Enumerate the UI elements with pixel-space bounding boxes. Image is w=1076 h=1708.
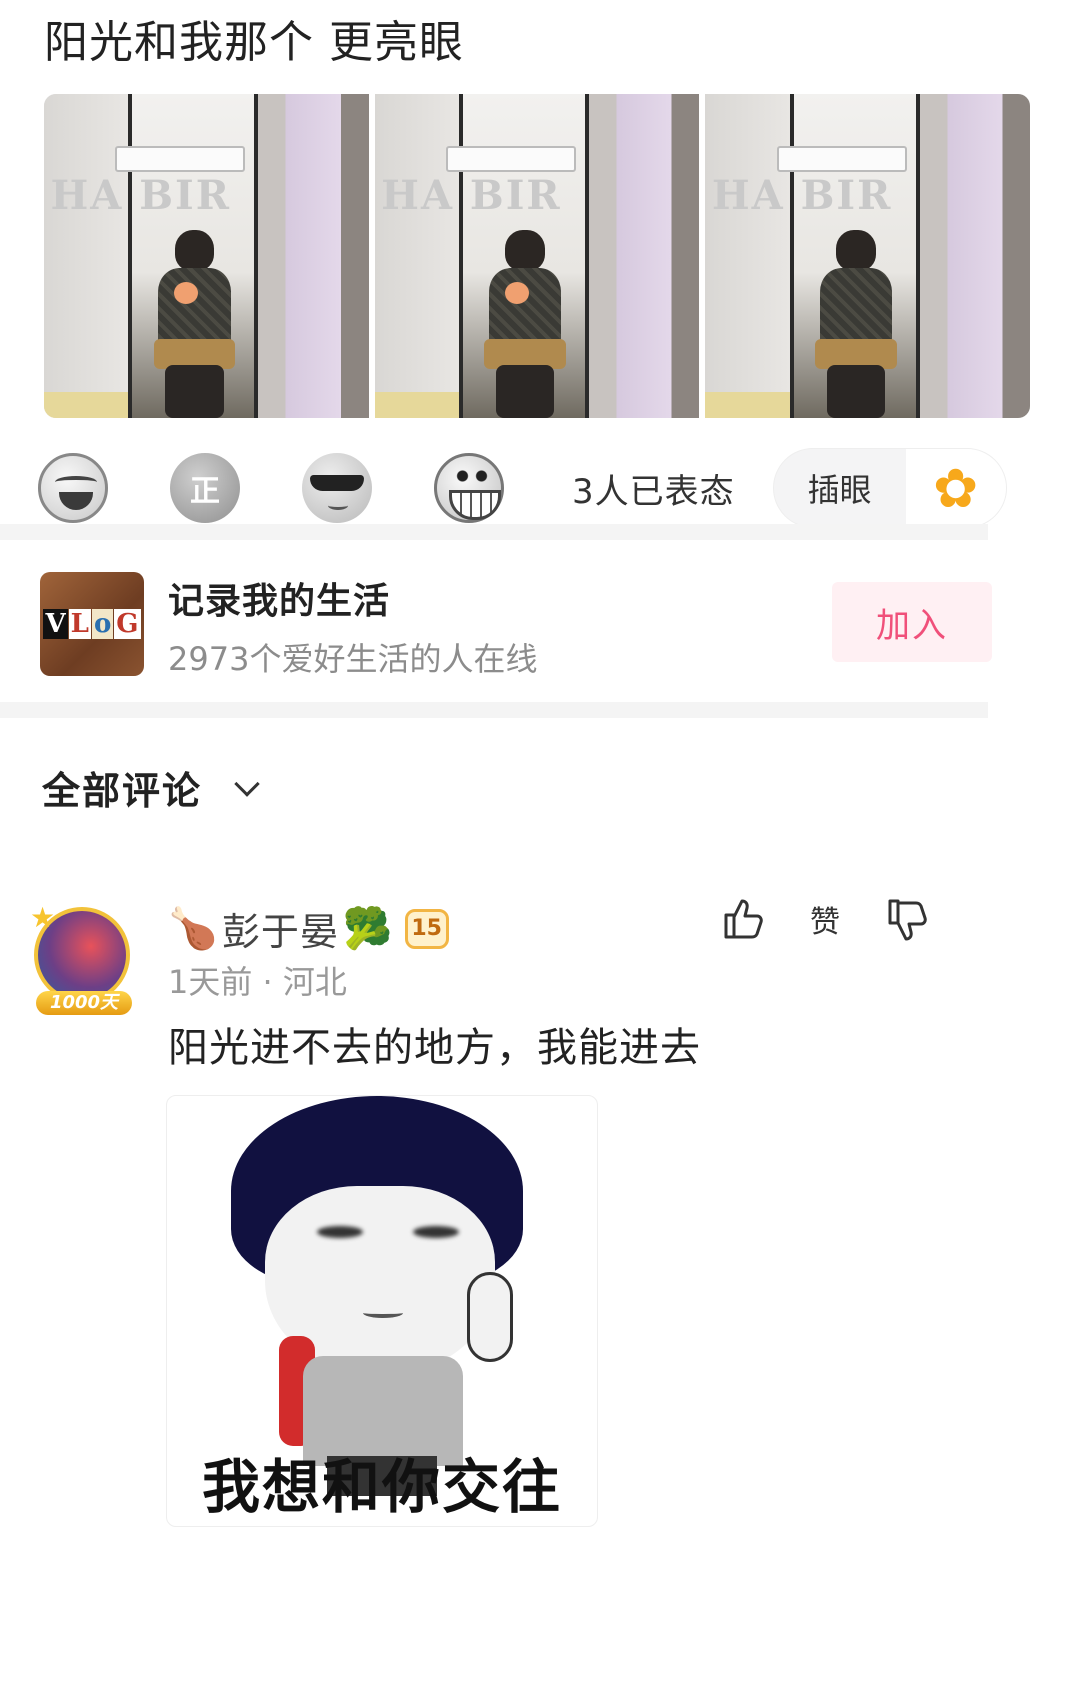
cool-sunglasses-emoji-icon[interactable] — [302, 453, 372, 523]
photo-gallery: HA BIR HA BIR HA BIR — [44, 94, 1030, 418]
comment-text: 阳光进不去的地方，我能进去 — [168, 1025, 701, 1071]
level-badge: 15 — [404, 908, 449, 949]
meme-caption: 我想和你交往 — [201, 1453, 562, 1521]
group-logo: V L o G — [40, 572, 144, 676]
drumstick-icon: 🍗 — [168, 906, 218, 952]
photo-thumbnail-2[interactable]: HA BIR — [374, 94, 700, 418]
chevron-down-icon — [234, 770, 260, 797]
username-row[interactable]: 🍗 彭于晏 🥦 15 — [168, 901, 449, 956]
comment-meme-image[interactable]: 我想和你交往 — [166, 1095, 598, 1527]
section-divider — [0, 702, 988, 718]
grin-emoji-icon[interactable] — [434, 453, 504, 523]
chayan-button[interactable]: 插眼 ✿ — [772, 448, 1007, 528]
section-divider — [0, 524, 988, 540]
reaction-bar: 正 3人已表态 插眼 ✿ — [38, 438, 1038, 538]
comments-title: 全部评论 — [42, 769, 203, 813]
like-label[interactable]: 赞 — [810, 897, 840, 941]
comments-sort-dropdown[interactable]: 全部评论 — [42, 760, 260, 815]
photo-thumbnail-3[interactable]: HA BIR — [705, 94, 1030, 418]
post-title: 阳光和我那个 更亮眼 — [44, 17, 464, 68]
group-name: 记录我的生活 — [168, 581, 391, 622]
star-icon: ★ — [30, 901, 56, 934]
avatar-badge: 1000天 — [36, 991, 132, 1015]
flower-icon: ✿ — [905, 449, 1006, 527]
group-online-count: 2973个爱好生活的人在线 — [168, 640, 538, 678]
laugh-emoji-icon[interactable] — [38, 453, 108, 523]
join-button[interactable]: 加入 — [832, 582, 992, 662]
thumbs-down-icon[interactable] — [884, 895, 932, 943]
reaction-count[interactable]: 3人已表态 — [572, 464, 735, 513]
username: 彭于晏 — [221, 910, 339, 954]
group-card[interactable]: V L o G 记录我的生活 2973个爱好生活的人在线 加入 — [40, 572, 992, 678]
thumbs-up-icon[interactable] — [720, 895, 768, 943]
chayan-label: 插眼 — [807, 471, 872, 509]
photo-thumbnail-1[interactable]: HA BIR — [44, 94, 369, 418]
zheng-emoji-icon[interactable]: 正 — [170, 453, 240, 523]
comment-meta: 1天前 · 河北 — [168, 963, 347, 1001]
broccoli-icon: 🥦 — [342, 906, 393, 952]
avatar[interactable]: ★ 1000天 — [30, 901, 134, 1015]
